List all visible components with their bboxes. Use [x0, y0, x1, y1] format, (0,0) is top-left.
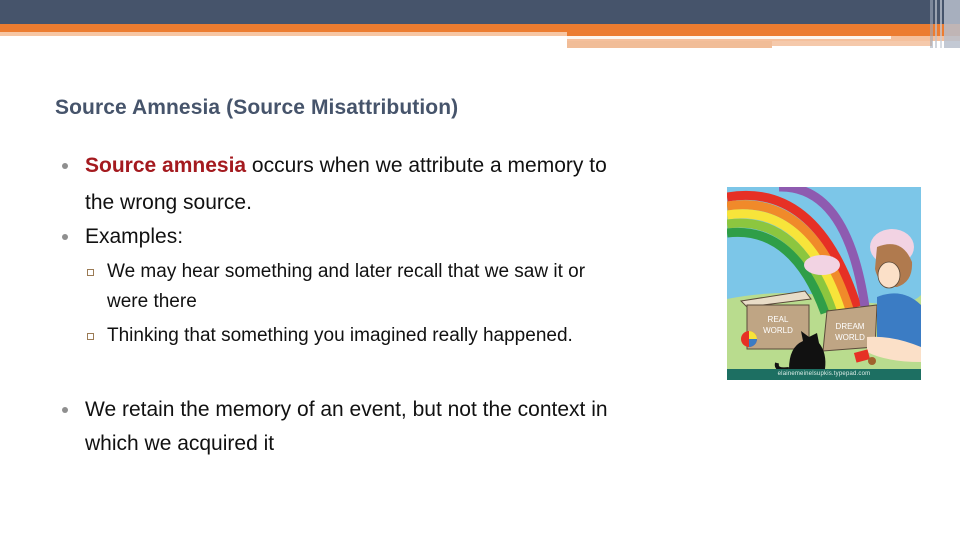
box-label: REAL: [768, 315, 789, 324]
bullet-dot: [62, 234, 68, 240]
illustration-real-vs-dream-world: REAL WORLD DREAM WORLD elainemeinelsupki…: [726, 182, 921, 380]
bullet-text: Examples:: [85, 225, 184, 248]
header-stripe-light: [0, 32, 568, 36]
sub-bullet-text: Thinking that something you imagined rea…: [107, 325, 573, 346]
header-band-dark: [0, 0, 960, 24]
bullet-text-line2: which we acquired it: [85, 432, 275, 455]
highlight-term: Source amnesia: [85, 154, 247, 177]
bullet-text: We retain the memory of an event, but no…: [85, 398, 608, 421]
header-vertical-bars: [930, 0, 960, 48]
sub-bullet-text: We may hear something and later recall t…: [107, 261, 586, 282]
sub-bullet-text-line2: were there: [107, 291, 197, 312]
illustration-art: REAL WORLD DREAM WORLD: [726, 182, 921, 380]
slide-title: Source Amnesia (Source Misattribution): [55, 96, 459, 119]
bullet-dot: [62, 163, 68, 169]
bullet-text: Source amnesia occurs when we attribute …: [85, 151, 607, 181]
header-band-accent: [0, 24, 568, 32]
header-band-accent-right: [567, 24, 960, 36]
box-label: WORLD: [835, 333, 865, 342]
bullet-dot: [62, 407, 68, 413]
ball: [741, 331, 757, 347]
square-bullet-icon: [87, 333, 94, 340]
header-stripe-peach: [567, 41, 772, 48]
box-label: DREAM: [836, 322, 865, 331]
image-caption: elainemeinelsupkis.typepad.com: [727, 369, 921, 380]
square-bullet-icon: [87, 269, 94, 276]
bullet-text-rest: occurs when we attribute a memory to: [246, 154, 607, 177]
box-label: WORLD: [763, 326, 793, 335]
cloud: [804, 255, 840, 275]
header-stripe-white: [567, 36, 891, 39]
bullet-text-line2: the wrong source.: [85, 191, 252, 214]
header-stripe-peach-2: [772, 41, 932, 46]
